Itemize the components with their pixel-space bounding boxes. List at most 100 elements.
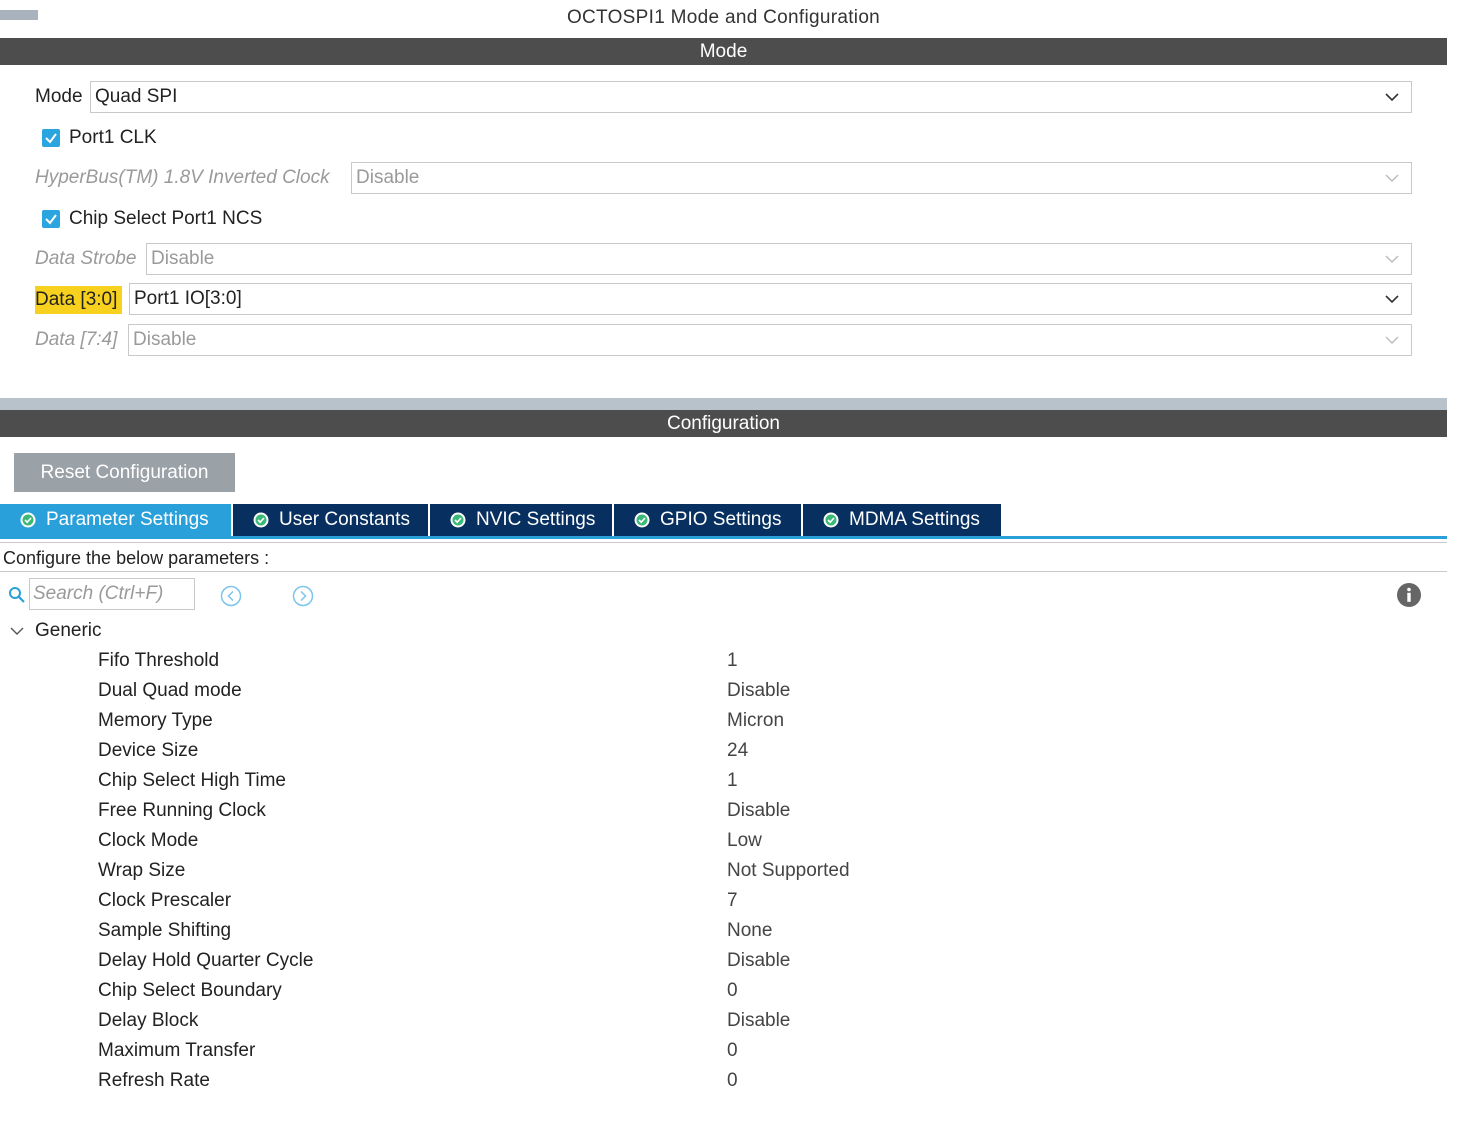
parameter-value[interactable]: Disable [727,800,790,822]
parameter-value[interactable]: 24 [727,740,748,762]
parameter-row[interactable]: Refresh Rate 0 [98,1067,1398,1097]
tab-user-constants[interactable]: User Constants [233,504,428,536]
chevron-down-icon [1385,255,1399,263]
parameter-row[interactable]: Fifo Threshold 1 [98,647,1398,677]
tab-gpio-settings[interactable]: GPIO Settings [614,504,801,536]
parameter-value[interactable]: 0 [727,1070,738,1092]
data-7-4-label: Data [7:4] [35,329,118,350]
parameter-value[interactable]: Low [727,830,762,852]
parameter-name: Device Size [98,740,199,761]
configure-instructions: Configure the below parameters : [0,542,1447,572]
check-circle-icon [253,512,269,528]
checkbox-checked-icon[interactable] [42,210,60,228]
tab-underline [0,536,1447,539]
tab-label: MDMA Settings [849,509,980,530]
parameter-row[interactable]: Dual Quad mode Disable [98,677,1398,707]
hyperbus-label: HyperBus(TM) 1.8V Inverted Clock [35,167,330,188]
group-label: Generic [35,620,102,641]
arrow-left-circle-icon[interactable] [220,585,242,607]
parameter-row[interactable]: Sample Shifting None [98,917,1398,947]
check-circle-icon [450,512,466,528]
parameter-row[interactable]: Clock Mode Low [98,827,1398,857]
parameter-value[interactable]: Disable [727,950,790,972]
parameter-name: Delay Hold Quarter Cycle [98,950,314,971]
chip-select-checkbox-row[interactable]: Chip Select Port1 NCS [42,205,262,233]
tab-parameter-settings[interactable]: Parameter Settings [0,504,231,536]
data-strobe-select-value: Disable [151,248,215,269]
tab-label: GPIO Settings [660,509,782,530]
parameter-value[interactable]: 1 [727,770,738,792]
chevron-down-icon [1385,93,1399,102]
data-strobe-row: Data Strobe [35,243,142,275]
data-3-0-label: Data [3:0] [35,286,123,314]
parameter-name: Free Running Clock [98,800,266,821]
check-circle-icon [823,512,839,528]
search-icon[interactable] [8,586,26,604]
parameter-row[interactable]: Chip Select Boundary 0 [98,977,1398,1007]
data-strobe-label: Data Strobe [35,248,137,269]
info-icon[interactable] [1397,583,1421,607]
parameter-row[interactable]: Free Running Clock Disable [98,797,1398,827]
parameter-row[interactable]: Clock Prescaler 7 [98,887,1398,917]
parameter-value[interactable]: None [727,920,772,942]
checkbox-checked-icon[interactable] [42,129,60,147]
tab-label: Parameter Settings [46,509,209,530]
tab-mdma-settings[interactable]: MDMA Settings [803,504,1001,536]
hyperbus-select[interactable]: Disable [351,162,1412,194]
check-circle-icon [20,512,36,528]
parameter-value[interactable]: 0 [727,1040,738,1062]
settings-tabs: Parameter Settings User Constants NVIC S… [0,504,1003,536]
parameter-value[interactable]: Micron [727,710,784,732]
parameter-name: Wrap Size [98,860,186,881]
data-strobe-select[interactable]: Disable [146,243,1412,275]
check-circle-icon [634,512,650,528]
parameter-value[interactable]: Not Supported [727,860,850,882]
parameter-value[interactable]: 7 [727,890,738,912]
parameter-name: Sample Shifting [98,920,232,941]
parameter-value[interactable]: 0 [727,980,738,1002]
parameter-name: Clock Mode [98,830,199,851]
parameter-row[interactable]: Wrap Size Not Supported [98,857,1398,887]
parameter-name: Delay Block [98,1010,199,1031]
mode-row: Mode [35,81,89,113]
parameter-name: Memory Type [98,710,213,731]
parameter-row[interactable]: Device Size 24 [98,737,1398,767]
parameter-row[interactable]: Maximum Transfer 0 [98,1037,1398,1067]
parameter-name: Fifo Threshold [98,650,220,671]
tab-label: User Constants [279,509,410,530]
collapse-chevron-icon[interactable] [10,624,24,638]
search-input[interactable] [29,578,195,610]
group-generic[interactable]: Generic [10,618,102,644]
parameter-name: Clock Prescaler [98,890,232,911]
section-divider[interactable] [0,398,1447,410]
data-3-0-row: Data [3:0] [35,284,123,316]
parameter-value[interactable]: Disable [727,1010,790,1032]
parameter-value[interactable]: Disable [727,680,790,702]
mode-section-header: Mode [0,38,1447,65]
mode-select-value: Quad SPI [95,86,178,107]
tab-nvic-settings[interactable]: NVIC Settings [430,504,612,536]
parameter-name: Chip Select High Time [98,770,286,791]
data-3-0-select-value: Port1 IO[3:0] [134,288,242,309]
parameter-row[interactable]: Memory Type Micron [98,707,1398,737]
parameter-name: Refresh Rate [98,1070,210,1091]
data-7-4-select[interactable]: Disable [128,324,1412,356]
parameter-name: Dual Quad mode [98,680,242,701]
port1-clk-label: Port1 CLK [69,127,157,148]
data-3-0-select[interactable]: Port1 IO[3:0] [129,283,1412,315]
parameter-name: Maximum Transfer [98,1040,256,1061]
configuration-section-header: Configuration [0,410,1447,437]
mode-select[interactable]: Quad SPI [90,81,1412,113]
parameter-row[interactable]: Chip Select High Time 1 [98,767,1398,797]
parameter-row[interactable]: Delay Block Disable [98,1007,1398,1037]
parameter-value[interactable]: 1 [727,650,738,672]
arrow-right-circle-icon[interactable] [292,585,314,607]
chevron-down-icon [1385,295,1399,304]
chevron-down-icon [1385,174,1399,182]
port1-clk-checkbox-row[interactable]: Port1 CLK [42,124,157,152]
window-title: OCTOSPI1 Mode and Configuration [566,7,881,28]
data-7-4-row: Data [7:4] [35,324,123,356]
reset-configuration-button[interactable]: Reset Configuration [14,453,235,492]
parameter-row[interactable]: Delay Hold Quarter Cycle Disable [98,947,1398,977]
hyperbus-select-value: Disable [356,167,420,188]
